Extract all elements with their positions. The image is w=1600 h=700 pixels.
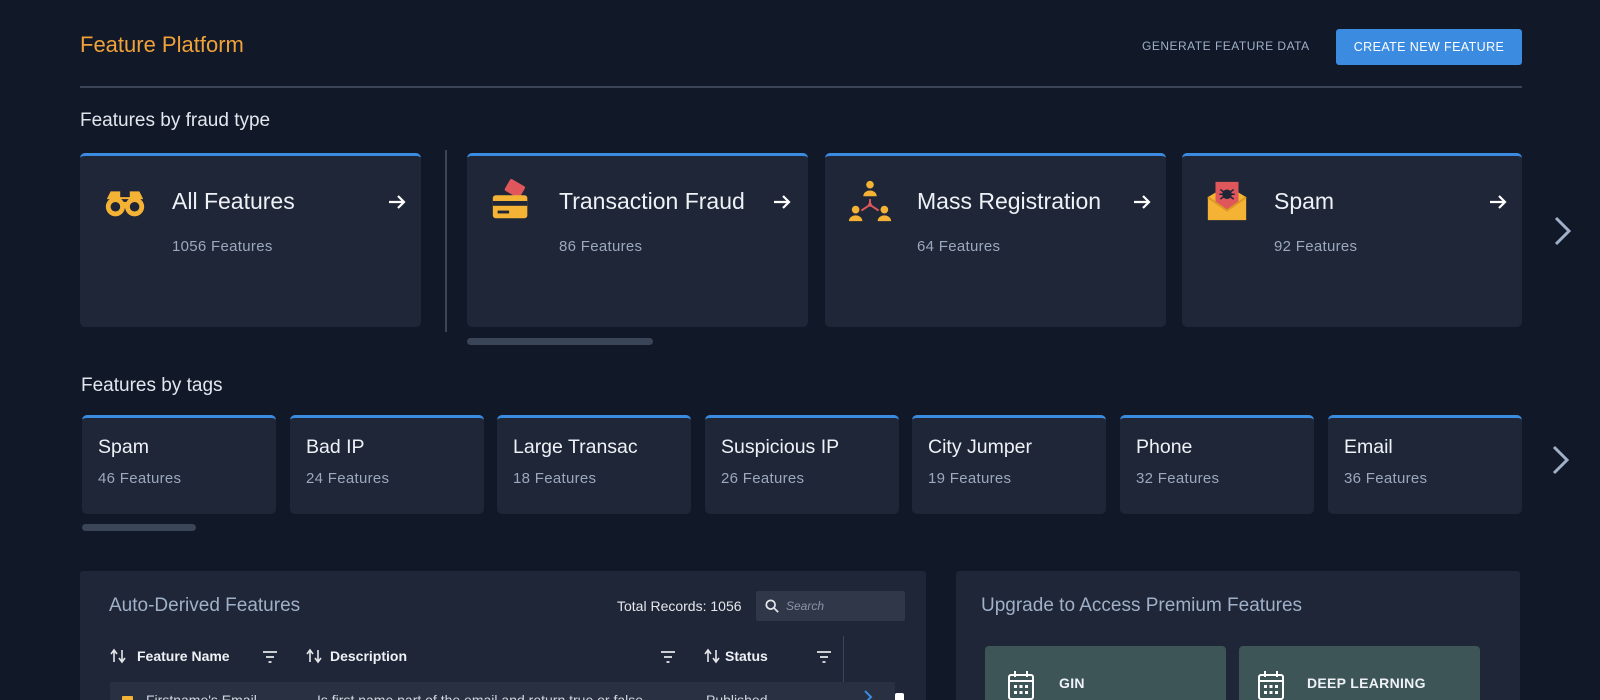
fraud-card-mass-registration[interactable]: Mass Registration 64 Features — [825, 153, 1166, 327]
tag-card-count: 19 Features — [928, 470, 1012, 487]
tag-card-large-transac[interactable]: Large Transac 18 Features — [497, 415, 691, 514]
header-divider — [80, 86, 1522, 88]
feature-type-icon — [122, 696, 133, 700]
fraud-section-title: Features by fraud type — [80, 110, 271, 131]
fraud-card-all-features[interactable]: All Features 1056 Features — [80, 153, 421, 327]
arrow-right-icon[interactable] — [385, 190, 409, 214]
row-feature-name: Firstname's Email — [146, 692, 257, 700]
fraud-cards-scrollbar[interactable] — [467, 338, 653, 345]
tag-cards-scrollbar[interactable] — [82, 524, 196, 531]
filter-icon[interactable] — [262, 649, 278, 665]
tag-card-phone[interactable]: Phone 32 Features — [1120, 415, 1314, 514]
tag-card-count: 46 Features — [98, 470, 182, 487]
arrow-right-icon[interactable] — [1130, 190, 1154, 214]
column-header-status[interactable]: Status — [725, 648, 768, 664]
sort-icon[interactable] — [306, 648, 322, 664]
fraud-card-title: Spam — [1274, 188, 1335, 214]
tag-card-spam[interactable]: Spam 46 Features — [82, 415, 276, 514]
cards-separator — [445, 150, 447, 332]
search-icon — [765, 599, 779, 613]
total-records: Total Records: 1056 — [617, 598, 742, 614]
tag-card-city-jumper[interactable]: City Jumper 19 Features — [912, 415, 1106, 514]
chevron-right-icon[interactable] — [862, 688, 874, 700]
tag-card-email[interactable]: Email 36 Features — [1328, 415, 1522, 514]
upgrade-title: Upgrade to Access Premium Features — [981, 595, 1303, 616]
column-header-feature-name[interactable]: Feature Name — [137, 648, 230, 664]
fraud-card-spam[interactable]: Spam 92 Features — [1182, 153, 1522, 327]
sort-icon[interactable] — [704, 648, 720, 664]
chevron-right-icon[interactable] — [1549, 214, 1575, 248]
tag-card-suspicious-ip[interactable]: Suspicious IP 26 Features — [705, 415, 899, 514]
arrow-right-icon[interactable] — [1486, 190, 1510, 214]
credit-card-icon — [492, 179, 528, 219]
premium-card-title: GIN — [1059, 675, 1085, 691]
tag-card-count: 32 Features — [1136, 470, 1220, 487]
tag-card-title: Bad IP — [306, 436, 365, 458]
fraud-card-title: Mass Registration — [917, 188, 1102, 214]
people-network-icon — [848, 180, 892, 222]
tag-card-count: 26 Features — [721, 470, 805, 487]
fraud-card-count: 86 Features — [559, 238, 643, 255]
binoculars-icon — [105, 191, 145, 217]
tag-card-bad-ip[interactable]: Bad IP 24 Features — [290, 415, 484, 514]
tag-card-count: 18 Features — [513, 470, 597, 487]
tags-section-title: Features by tags — [81, 375, 223, 396]
search-input[interactable] — [786, 591, 898, 621]
calendar-icon — [1258, 671, 1284, 700]
column-header-description[interactable]: Description — [330, 648, 407, 664]
table-scrollbar-thumb[interactable] — [895, 693, 904, 700]
premium-card-deep-learning[interactable]: DEEP LEARNING — [1239, 646, 1480, 700]
fraud-card-title: Transaction Fraud — [559, 188, 745, 214]
fraud-card-transaction-fraud[interactable]: Transaction Fraud 86 Features — [467, 153, 808, 327]
sort-icon[interactable] — [110, 648, 126, 664]
premium-card-title: DEEP LEARNING — [1307, 675, 1426, 691]
table-row[interactable]: Firstname's Email Is first name part of … — [110, 682, 895, 700]
calendar-icon — [1008, 671, 1034, 700]
fraud-card-count: 64 Features — [917, 238, 1001, 255]
fraud-card-count: 1056 Features — [172, 238, 273, 255]
row-status: Published — [706, 692, 768, 700]
row-description: Is first name part of the email and retu… — [317, 692, 644, 700]
tag-card-title: Email — [1344, 436, 1393, 458]
tag-card-title: Suspicious IP — [721, 436, 840, 458]
tag-card-title: Phone — [1136, 436, 1193, 458]
filter-icon[interactable] — [816, 649, 832, 665]
create-new-feature-button[interactable]: CREATE NEW FEATURE — [1336, 29, 1522, 65]
tag-card-count: 36 Features — [1344, 470, 1428, 487]
search-box[interactable] — [756, 591, 905, 621]
tag-card-title: City Jumper — [928, 436, 1033, 458]
spam-mail-icon — [1207, 181, 1247, 221]
app-title: Feature Platform — [80, 32, 244, 57]
chevron-right-icon[interactable] — [1547, 443, 1573, 477]
tag-card-count: 24 Features — [306, 470, 390, 487]
tag-card-title: Large Transac — [513, 436, 638, 458]
premium-card-gin[interactable]: GIN — [985, 646, 1226, 700]
filter-icon[interactable] — [660, 649, 676, 665]
arrow-right-icon[interactable] — [770, 190, 794, 214]
tag-card-title: Spam — [98, 436, 149, 458]
fraud-card-count: 92 Features — [1274, 238, 1358, 255]
table-title: Auto-Derived Features — [109, 595, 301, 616]
generate-feature-data-button[interactable]: GENERATE FEATURE DATA — [1136, 34, 1316, 58]
fraud-card-title: All Features — [172, 188, 295, 214]
